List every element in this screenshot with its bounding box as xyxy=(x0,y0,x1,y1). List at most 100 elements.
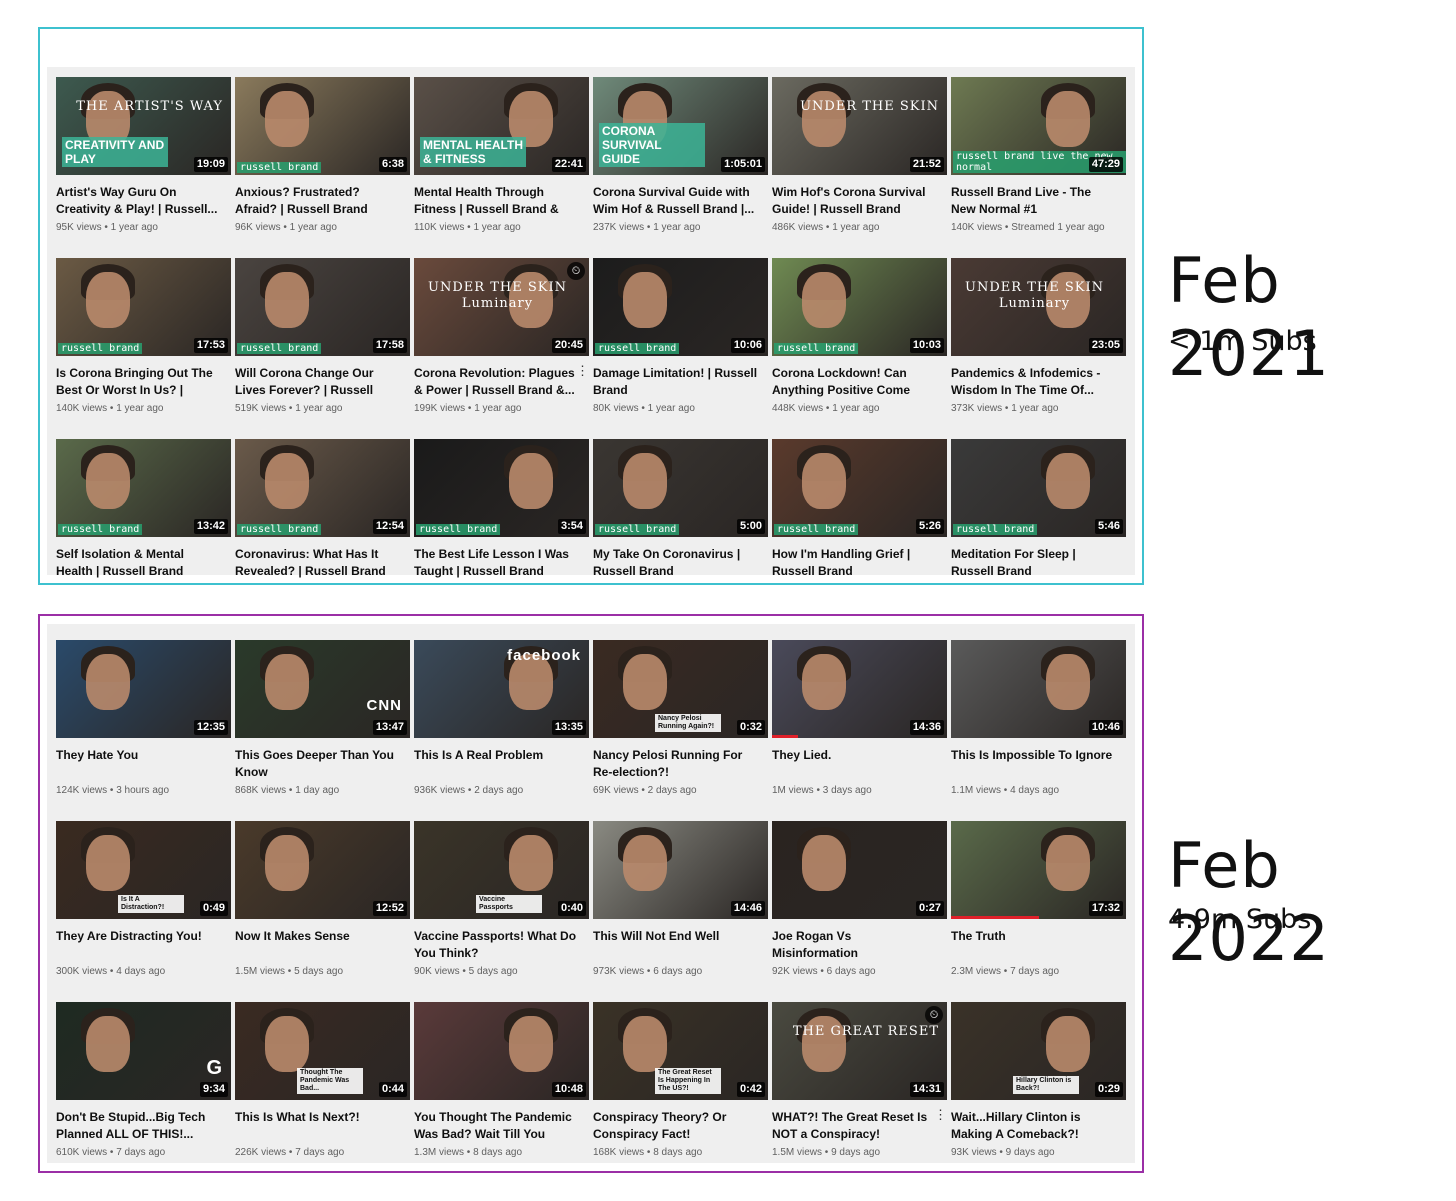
video-card[interactable]: MENTAL HEALTH & FITNESS 22:41 Mental Healt… xyxy=(414,77,589,255)
video-title[interactable]: Self Isolation & Mental Health | Russell… xyxy=(56,546,231,580)
video-title[interactable]: Now It Makes Sense xyxy=(235,928,410,962)
video-thumbnail[interactable]: Hillary Clinton is Back?! 0:29 xyxy=(951,1002,1126,1100)
video-title[interactable]: Wim Hof's Corona Survival Guide! | Russe… xyxy=(772,184,947,218)
video-card[interactable]: 0:27 Joe Rogan Vs Misinformation 92K views… xyxy=(772,821,947,999)
video-thumbnail[interactable]: THE GREAT RESET ⏲ 14:31 xyxy=(772,1002,947,1100)
watch-later-icon[interactable]: ⏲ xyxy=(567,262,585,280)
video-thumbnail[interactable]: 12:35 xyxy=(56,640,231,738)
video-card[interactable]: russell brand 17:53 Is Corona Bringing Out… xyxy=(56,258,231,436)
video-thumbnail[interactable]: 17:32 xyxy=(951,821,1126,919)
video-title[interactable]: Nancy Pelosi Running For Re-election?! xyxy=(593,747,768,781)
video-title[interactable]: This Is Impossible To Ignore xyxy=(951,747,1126,781)
video-thumbnail[interactable]: CREATIVITY AND PLAY THE ARTIST'S WAY 19:09 xyxy=(56,77,231,175)
video-title[interactable]: WHAT?! The Great Reset Is NOT a Conspira… xyxy=(772,1109,947,1143)
video-title[interactable]: Is Corona Bringing Out The Best Or Worst… xyxy=(56,365,231,399)
video-card[interactable]: Nancy Pelosi Running Again?! 0:32 Nancy Pe… xyxy=(593,640,768,818)
video-title[interactable]: Anxious? Frustrated? Afraid? | Russell B… xyxy=(235,184,410,218)
video-title[interactable]: This Goes Deeper Than You Know xyxy=(235,747,410,781)
video-title[interactable]: Vaccine Passports! What Do You Think? xyxy=(414,928,589,962)
video-card[interactable]: 17:32 The Truth 2.3M views • 7 days ago xyxy=(951,821,1126,999)
video-card[interactable]: russell brand 3:54 The Best Life Lesson I … xyxy=(414,439,589,617)
video-title[interactable]: Coronavirus: What Has It Revealed? | Rus… xyxy=(235,546,410,580)
video-title[interactable]: Meditation For Sleep | Russell Brand xyxy=(951,546,1126,580)
video-thumbnail[interactable]: 10:48 xyxy=(414,1002,589,1100)
video-title[interactable]: Artist's Way Guru On Creativity & Play! … xyxy=(56,184,231,218)
video-card[interactable]: 10:48 You Thought The Pandemic Was Bad? W… xyxy=(414,1002,589,1180)
video-thumbnail[interactable]: russell brand 12:54 xyxy=(235,439,410,537)
video-title[interactable]: How I'm Handling Grief | Russell Brand xyxy=(772,546,947,580)
video-card[interactable]: Hillary Clinton is Back?! 0:29 Wait...Hill… xyxy=(951,1002,1126,1180)
video-card[interactable]: THE GREAT RESET ⏲ 14:31 WHAT?! The Great Re… xyxy=(772,1002,947,1180)
video-card[interactable]: russell brand 5:46 Meditation For Sleep | … xyxy=(951,439,1126,617)
video-thumbnail[interactable]: russell brand 5:46 xyxy=(951,439,1126,537)
video-card[interactable]: The Great Reset Is Happening In The US?!… xyxy=(593,1002,768,1180)
video-card[interactable]: Vaccine Passports 0:40 Vaccine Passports! … xyxy=(414,821,589,999)
video-title[interactable]: They Are Distracting You! xyxy=(56,928,231,962)
video-title[interactable]: They Hate You xyxy=(56,747,231,781)
video-thumbnail[interactable]: Nancy Pelosi Running Again?! 0:32 xyxy=(593,640,768,738)
video-thumbnail[interactable]: Vaccine Passports 0:40 xyxy=(414,821,589,919)
video-card[interactable]: CNN 13:47 This Goes Deeper Than You Know 86… xyxy=(235,640,410,818)
video-card[interactable]: UNDER THE SKIN 21:52 Wim Hof's Corona Surv… xyxy=(772,77,947,255)
video-thumbnail[interactable]: UNDER THE SKIN Luminary 23:05 xyxy=(951,258,1126,356)
video-title[interactable]: Corona Survival Guide with Wim Hof & Rus… xyxy=(593,184,768,218)
video-thumbnail[interactable]: Is It A Distraction?! 0:49 xyxy=(56,821,231,919)
video-title[interactable]: Wait...Hillary Clinton is Making A Comeb… xyxy=(951,1109,1126,1143)
video-title[interactable]: Conspiracy Theory? Or Conspiracy Fact! xyxy=(593,1109,768,1143)
video-title[interactable]: Corona Revolution: Plagues & Power | Rus… xyxy=(414,365,589,399)
video-card[interactable]: 10:46 This Is Impossible To Ignore 1.1M vi… xyxy=(951,640,1126,818)
video-thumbnail[interactable]: CORONA SURVIVAL GUIDE 1:05:01 xyxy=(593,77,768,175)
video-title[interactable]: My Take On Coronavirus | Russell Brand xyxy=(593,546,768,580)
video-thumbnail[interactable]: russell brand 10:03 xyxy=(772,258,947,356)
video-title[interactable]: Pandemics & Infodemics - Wisdom In The T… xyxy=(951,365,1126,399)
video-title[interactable]: Don't Be Stupid...Big Tech Planned ALL O… xyxy=(56,1109,231,1143)
video-card[interactable]: 14:36 They Lied. 1M views • 3 days ago xyxy=(772,640,947,818)
video-card[interactable]: UNDER THE SKIN Luminary ⏲ 20:45 Corona Revo… xyxy=(414,258,589,436)
video-card[interactable]: facebook 13:35 This Is A Real Problem 936K … xyxy=(414,640,589,818)
video-title[interactable]: Corona Lockdown! Can Anything Positive C… xyxy=(772,365,947,399)
more-options-icon[interactable]: ⋮ xyxy=(576,364,589,377)
video-card[interactable]: G 9:34 Don't Be Stupid...Big Tech Planned … xyxy=(56,1002,231,1180)
video-card[interactable]: russell brand live the new normal 47:29 Ru… xyxy=(951,77,1126,255)
video-thumbnail[interactable]: russell brand 13:42 xyxy=(56,439,231,537)
video-title[interactable]: They Lied. xyxy=(772,747,947,781)
video-title[interactable]: Joe Rogan Vs Misinformation xyxy=(772,928,947,962)
video-card[interactable]: 12:35 They Hate You 124K views • 3 hours a… xyxy=(56,640,231,818)
video-card[interactable]: russell brand 10:03 Corona Lockdown! Can A… xyxy=(772,258,947,436)
more-options-icon[interactable]: ⋮ xyxy=(934,1108,947,1121)
video-title[interactable]: The Truth xyxy=(951,928,1126,962)
video-title[interactable]: You Thought The Pandemic Was Bad? Wait T… xyxy=(414,1109,589,1143)
video-thumbnail[interactable]: facebook 13:35 xyxy=(414,640,589,738)
video-thumbnail[interactable]: russell brand 5:00 xyxy=(593,439,768,537)
video-card[interactable]: russell brand 5:26 How I'm Handling Grief … xyxy=(772,439,947,617)
video-card[interactable]: 14:46 This Will Not End Well 973K views • … xyxy=(593,821,768,999)
video-thumbnail[interactable]: G 9:34 xyxy=(56,1002,231,1100)
video-title[interactable]: Mental Health Through Fitness | Russell … xyxy=(414,184,589,218)
video-thumbnail[interactable]: russell brand 17:58 xyxy=(235,258,410,356)
video-thumbnail[interactable]: russell brand 6:38 xyxy=(235,77,410,175)
video-card[interactable]: UNDER THE SKIN Luminary 23:05 Pandemics & … xyxy=(951,258,1126,436)
video-card[interactable]: russell brand 6:38 Anxious? Frustrated? Af… xyxy=(235,77,410,255)
video-thumbnail[interactable]: CNN 13:47 xyxy=(235,640,410,738)
video-thumbnail[interactable]: MENTAL HEALTH & FITNESS 22:41 xyxy=(414,77,589,175)
video-card[interactable]: russell brand 10:06 Damage Limitation! | R… xyxy=(593,258,768,436)
video-thumbnail[interactable]: russell brand live the new normal 47:29 xyxy=(951,77,1126,175)
video-thumbnail[interactable]: 0:27 xyxy=(772,821,947,919)
video-title[interactable]: This Is What Is Next?! xyxy=(235,1109,410,1143)
video-card[interactable]: Is It A Distraction?! 0:49 They Are Distra… xyxy=(56,821,231,999)
video-card[interactable]: Thought The Pandemic Was Bad... 0:44 This … xyxy=(235,1002,410,1180)
video-thumbnail[interactable]: UNDER THE SKIN Luminary ⏲ 20:45 xyxy=(414,258,589,356)
video-card[interactable]: russell brand 12:54 Coronavirus: What Has … xyxy=(235,439,410,617)
video-card[interactable]: CORONA SURVIVAL GUIDE 1:05:01 Corona Survi… xyxy=(593,77,768,255)
video-title[interactable]: The Best Life Lesson I Was Taught | Russ… xyxy=(414,546,589,580)
video-card[interactable]: 12:52 Now It Makes Sense 1.5M views • 5 da… xyxy=(235,821,410,999)
video-thumbnail[interactable]: russell brand 5:26 xyxy=(772,439,947,537)
video-thumbnail[interactable]: 12:52 xyxy=(235,821,410,919)
video-thumbnail[interactable]: russell brand 3:54 xyxy=(414,439,589,537)
video-thumbnail[interactable]: 14:36 xyxy=(772,640,947,738)
video-thumbnail[interactable]: The Great Reset Is Happening In The US?!… xyxy=(593,1002,768,1100)
video-thumbnail[interactable]: 10:46 xyxy=(951,640,1126,738)
video-thumbnail[interactable]: russell brand 10:06 xyxy=(593,258,768,356)
video-title[interactable]: Damage Limitation! | Russell Brand xyxy=(593,365,768,399)
video-card[interactable]: CREATIVITY AND PLAY THE ARTIST'S WAY 19:09… xyxy=(56,77,231,255)
